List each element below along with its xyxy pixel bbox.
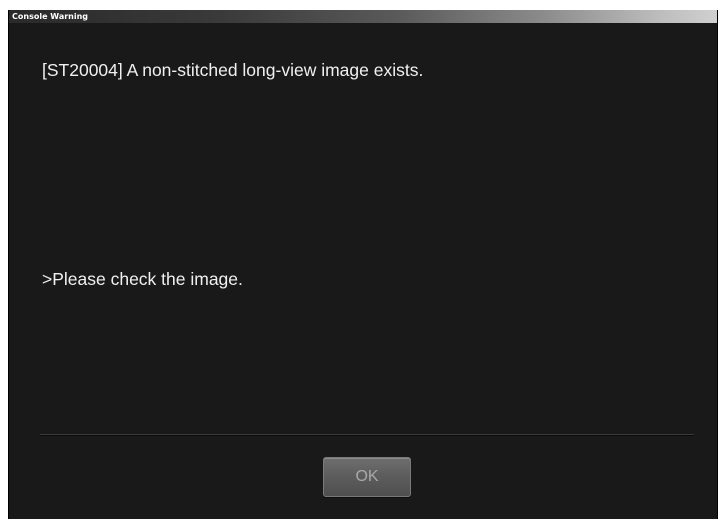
console-warning-dialog: Console Warning [ST20004] A non-stitched… xyxy=(8,10,718,519)
dialog-title-bar: Console Warning xyxy=(9,10,717,23)
dialog-title: Console Warning xyxy=(12,12,89,21)
warning-message: [ST20004] A non-stitched long-view image… xyxy=(42,60,424,80)
instruction-message: >Please check the image. xyxy=(42,269,243,289)
ok-button[interactable]: OK xyxy=(323,457,411,497)
button-area-divider xyxy=(40,434,694,436)
